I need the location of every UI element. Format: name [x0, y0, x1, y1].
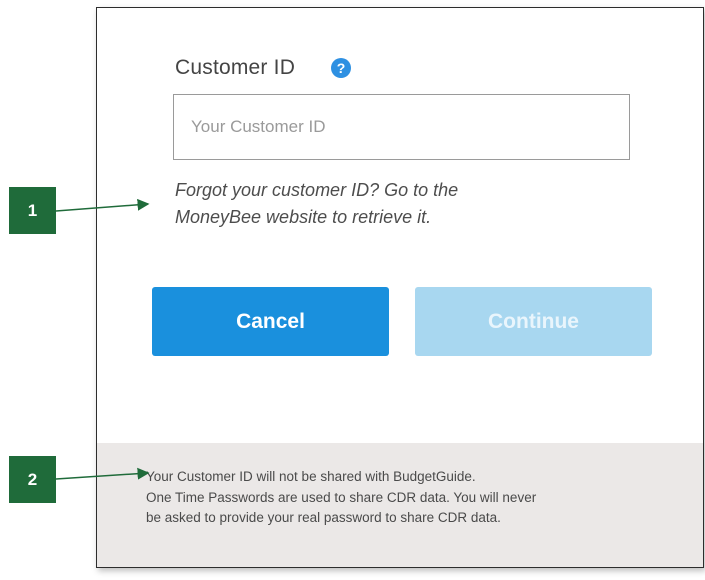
callout-arrow-1	[55, 198, 150, 212]
callout-arrows	[55, 198, 150, 480]
callout-arrow-2	[55, 467, 150, 480]
